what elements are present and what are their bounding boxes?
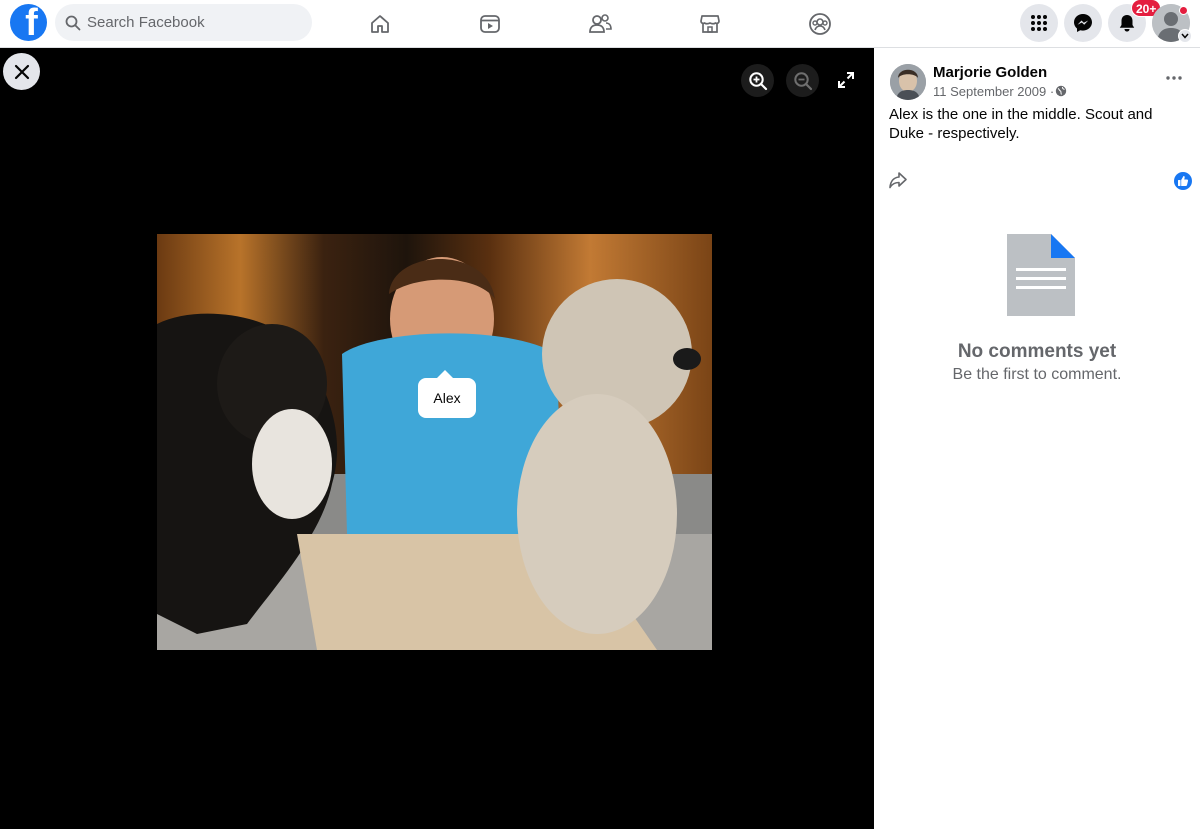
search-input[interactable]: [87, 14, 287, 31]
share-button[interactable]: [888, 170, 908, 195]
facebook-logo[interactable]: f: [10, 4, 47, 41]
friends-icon[interactable]: [584, 8, 616, 40]
top-navigation-bar: f 20+: [0, 0, 1200, 48]
search-box[interactable]: [55, 4, 312, 41]
public-globe-icon: [1055, 85, 1067, 97]
thumbs-up-icon: [1178, 176, 1189, 186]
photo-tag-label[interactable]: Alex: [418, 370, 476, 418]
no-comments-subtitle: Be the first to comment.: [952, 366, 1122, 383]
no-comments-title: No comments yet: [957, 341, 1117, 362]
author-name[interactable]: Marjorie Golden: [933, 64, 1047, 81]
post-details-panel: Marjorie Golden 11 September 2009 · Alex…: [874, 48, 1200, 829]
zoom-out-button[interactable]: [786, 64, 819, 97]
close-viewer-button[interactable]: [3, 53, 40, 90]
post-caption: Alex is the one in the middle. Scout and…: [889, 106, 1153, 142]
expand-icon: [838, 72, 854, 88]
fullscreen-button[interactable]: [832, 66, 860, 94]
account-alert-dot: [1179, 6, 1188, 15]
post-photo[interactable]: [157, 234, 712, 650]
groups-icon[interactable]: [804, 8, 836, 40]
more-dots-icon: [1166, 76, 1182, 80]
messenger-button[interactable]: [1064, 4, 1102, 42]
more-options-button[interactable]: [1162, 66, 1186, 90]
no-comments-document-icon: [1007, 234, 1075, 321]
messenger-icon: [1074, 14, 1092, 32]
zoom-in-icon: [748, 71, 767, 90]
photo-viewer: Alex: [0, 48, 874, 829]
like-reaction-icon[interactable]: [1174, 172, 1192, 190]
zoom-out-icon: [793, 71, 812, 90]
menu-button[interactable]: [1020, 4, 1058, 42]
bell-icon: [1119, 15, 1135, 32]
marketplace-icon[interactable]: [694, 8, 726, 40]
author-photo: [890, 64, 926, 100]
search-icon: [65, 15, 81, 30]
share-arrow-icon: [889, 172, 907, 189]
home-icon[interactable]: [364, 8, 396, 40]
close-icon: [14, 64, 29, 79]
post-date[interactable]: 11 September 2009 ·: [933, 84, 1054, 99]
facebook-logo-letter: f: [25, 4, 38, 41]
zoom-in-button[interactable]: [741, 64, 774, 97]
photo-boy-with-two-dogs: [157, 234, 712, 650]
watch-icon[interactable]: [474, 8, 506, 40]
grid-menu-icon: [1031, 15, 1047, 31]
account-caret-icon[interactable]: [1178, 29, 1192, 43]
author-avatar[interactable]: [890, 64, 926, 100]
